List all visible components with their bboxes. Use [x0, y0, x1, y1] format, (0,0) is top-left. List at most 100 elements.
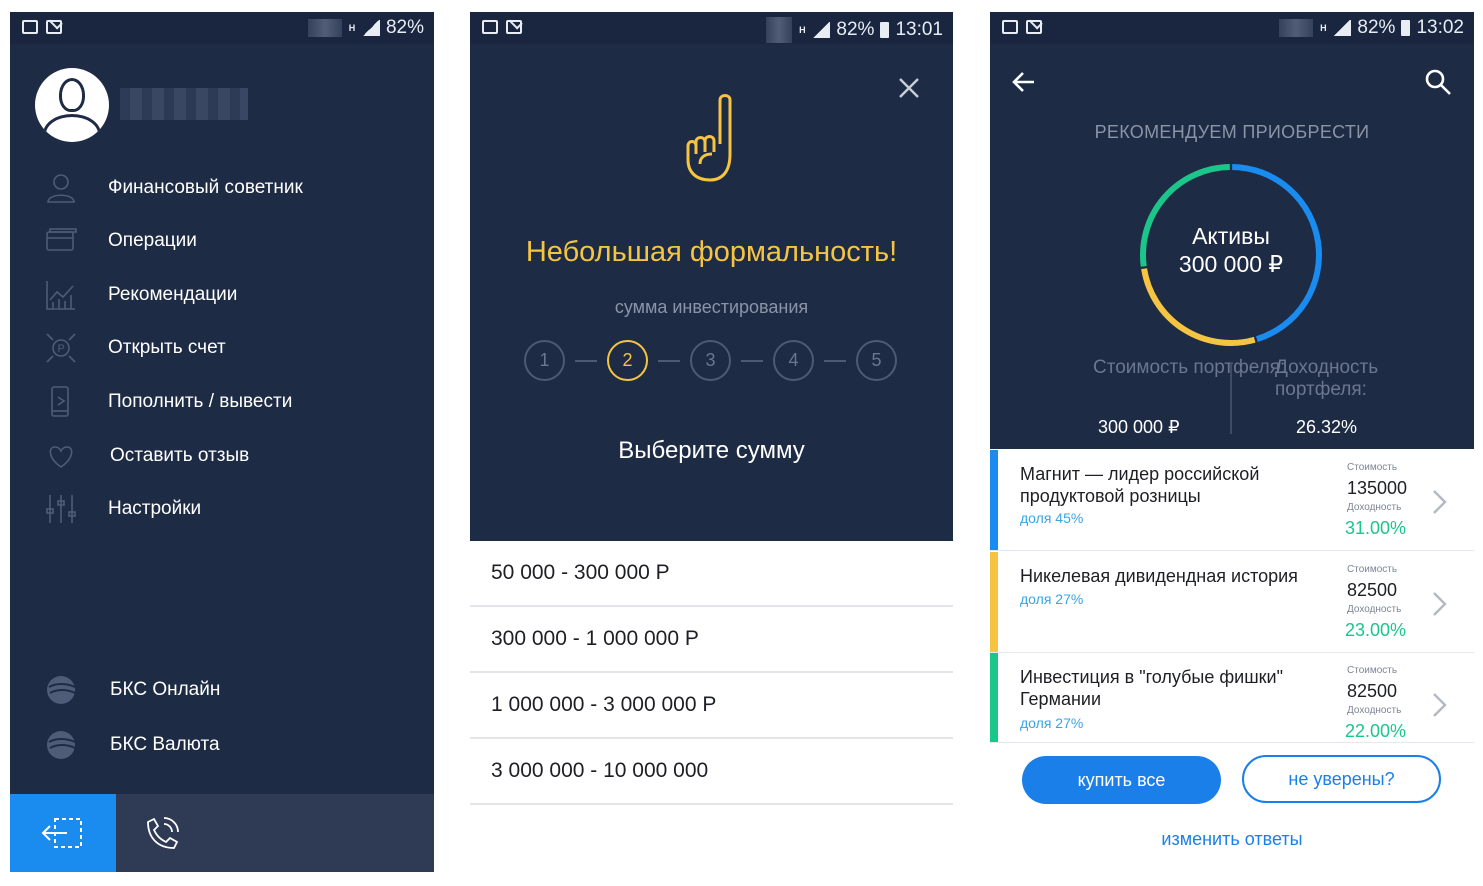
row-title: Инвестиция в "голубые фишки" Германии	[1020, 667, 1283, 709]
user-silhouette-icon	[59, 78, 85, 112]
app-link-bcs-online[interactable]: БКС Онлайн	[10, 666, 434, 714]
recommendation-screen: H 82% 13:02 РЕКОМЕНДУЕМ ПРИОБРЕСТИ Актив…	[990, 12, 1474, 872]
row-cost: 82500	[1347, 681, 1398, 701]
heart-icon	[49, 446, 73, 468]
status-bar: H 82% 13:02	[990, 12, 1474, 44]
mail-icon	[1026, 20, 1042, 34]
portfolio-summary-panel: H 82% 13:02 РЕКОМЕНДУЕМ ПРИОБРЕСТИ Актив…	[990, 12, 1474, 449]
row-cost-caption: Стоимость	[1347, 665, 1398, 676]
menu-label: Операции	[108, 230, 197, 251]
row-title: Магнит — лидер российской продуктовой ро…	[1020, 464, 1260, 506]
menu-bottom-bar	[10, 794, 434, 872]
avatar[interactable]	[35, 68, 109, 142]
step-connector	[658, 359, 680, 362]
card-icon	[46, 228, 77, 251]
battery-percent: 82%	[385, 17, 424, 38]
menu-item-settings[interactable]: Настройки	[10, 485, 434, 533]
step-2-active[interactable]: 2	[607, 340, 648, 381]
wizard-subtitle: сумма инвестирования	[614, 297, 809, 317]
row-share: доля 27%	[1020, 591, 1084, 607]
battery-percent: 82%	[836, 19, 875, 40]
logout-button[interactable]	[10, 794, 116, 872]
gallery-icon	[22, 20, 38, 34]
buy-all-button[interactable]: купить все	[1022, 756, 1221, 804]
recommend-header: РЕКОМЕНДУЕМ ПРИОБРЕСТИ	[1094, 122, 1370, 142]
row-share: доля 45%	[1020, 510, 1084, 526]
menu-label: Рекомендации	[108, 284, 238, 305]
step-4[interactable]: 4	[773, 340, 814, 381]
search-icon[interactable]	[1424, 68, 1452, 96]
donut-segment	[1141, 268, 1256, 346]
row-cost: 135000	[1347, 478, 1408, 498]
chevron-right-icon	[1433, 490, 1447, 514]
phone-transfer-icon	[51, 386, 69, 417]
amount-option[interactable]: 1 000 000 - 3 000 000 Р	[470, 673, 953, 739]
step-3[interactable]: 3	[690, 340, 731, 381]
stats-divider	[1230, 362, 1232, 434]
network-indicator: H	[348, 23, 356, 33]
battery-percent: 82%	[1357, 17, 1396, 38]
network-indicator: H	[799, 25, 806, 35]
app-label: БКС Валюта	[110, 734, 220, 755]
step-connector	[824, 359, 846, 362]
row-cost-caption: Стоимость	[1347, 564, 1398, 575]
menu-label: Открыть счет	[108, 337, 226, 358]
bcs-logo-icon	[47, 676, 76, 704]
clock: 13:01	[895, 19, 943, 40]
recommendation-row[interactable]: Инвестиция в "голубые фишки" Германии до…	[990, 653, 1474, 743]
user-silhouette-body	[43, 114, 101, 142]
username-blurred	[120, 88, 248, 120]
not-sure-button[interactable]: не уверены?	[1242, 755, 1441, 803]
donut-center-text: Активы 300 000 ₽	[1136, 222, 1326, 278]
portfolio-cost-value: 300 000 ₽	[1098, 417, 1180, 437]
blurred-status	[307, 19, 342, 37]
row-yield: 31.00%	[1345, 518, 1407, 538]
blurred-status	[766, 17, 793, 43]
recommendation-row[interactable]: Никелевая дивидендная история доля 27% С…	[990, 552, 1474, 653]
gallery-icon	[482, 20, 498, 34]
row-share: доля 27%	[1020, 715, 1084, 731]
portfolio-yield-label: Доходность портфеля:	[1275, 357, 1379, 400]
step-connector	[575, 359, 597, 362]
recommendation-row[interactable]: Магнит — лидер российской продуктовой ро…	[990, 450, 1474, 551]
app-label: БКС Онлайн	[110, 679, 221, 700]
row-cost: 82500	[1347, 580, 1398, 600]
blurred-status	[1279, 19, 1314, 37]
back-arrow-icon[interactable]	[1010, 68, 1038, 96]
app-link-bcs-currency[interactable]: БКС Валюта	[10, 721, 434, 769]
amount-wizard-screen: H 82% 13:01 Небольшая формальность! сумм…	[470, 12, 953, 872]
close-icon[interactable]	[895, 74, 923, 102]
donut-value: 300 000 ₽	[1178, 251, 1284, 277]
menu-item-open-account[interactable]: P Открыть счет	[10, 324, 434, 372]
svg-text:P: P	[58, 343, 65, 355]
row-yield-caption: Доходность	[1347, 604, 1402, 615]
menu-item-feedback[interactable]: Оставить отзыв	[10, 432, 434, 480]
step-indicator: 1 2 3 4 5	[524, 340, 897, 381]
menu-item-recommendations[interactable]: Рекомендации	[10, 271, 434, 319]
signal-icon	[812, 22, 831, 38]
menu-label: Настройки	[108, 498, 202, 519]
amount-option[interactable]: 300 000 - 1 000 000 Р	[470, 607, 953, 673]
battery-icon	[880, 22, 890, 38]
step-5[interactable]: 5	[856, 340, 897, 381]
change-answers-link[interactable]: изменить ответы	[990, 829, 1474, 850]
menu-label: Финансовый советник	[108, 177, 303, 198]
wizard-title: Небольшая формальность!	[525, 236, 898, 268]
choose-amount-prompt: Выберите сумму	[618, 437, 805, 464]
row-color-bar	[990, 552, 998, 652]
row-yield: 23.00%	[1345, 620, 1407, 640]
portfolio-cost-label: Стоимость портфеля:	[1093, 357, 1286, 378]
menu-item-operations[interactable]: Операции	[10, 217, 434, 265]
phone-call-button[interactable]	[140, 812, 184, 856]
amount-option[interactable]: 3 000 000 - 10 000 000	[470, 739, 953, 805]
menu-item-advisor[interactable]: Финансовый советник	[10, 164, 434, 212]
step-1[interactable]: 1	[524, 340, 565, 381]
amount-option[interactable]: 50 000 - 300 000 Р	[470, 541, 953, 607]
row-yield-caption: Доходность	[1347, 502, 1402, 513]
menu-item-deposit-withdraw[interactable]: Пополнить / вывести	[10, 378, 434, 426]
side-menu-screen: H 82% Финансовый советник Операции Реком…	[10, 12, 434, 872]
gallery-icon	[1002, 20, 1018, 34]
row-yield: 22.00%	[1345, 721, 1407, 741]
network-indicator: H	[1320, 23, 1327, 33]
signal-icon	[1333, 20, 1352, 36]
